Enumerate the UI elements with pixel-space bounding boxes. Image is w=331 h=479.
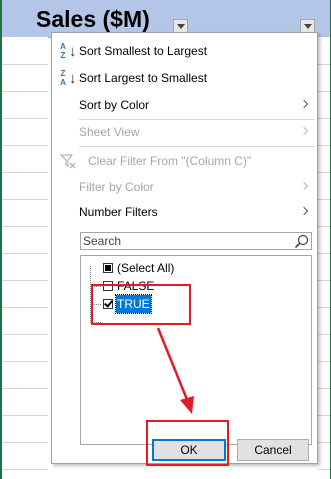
- annotation-arrow: [156, 327, 194, 414]
